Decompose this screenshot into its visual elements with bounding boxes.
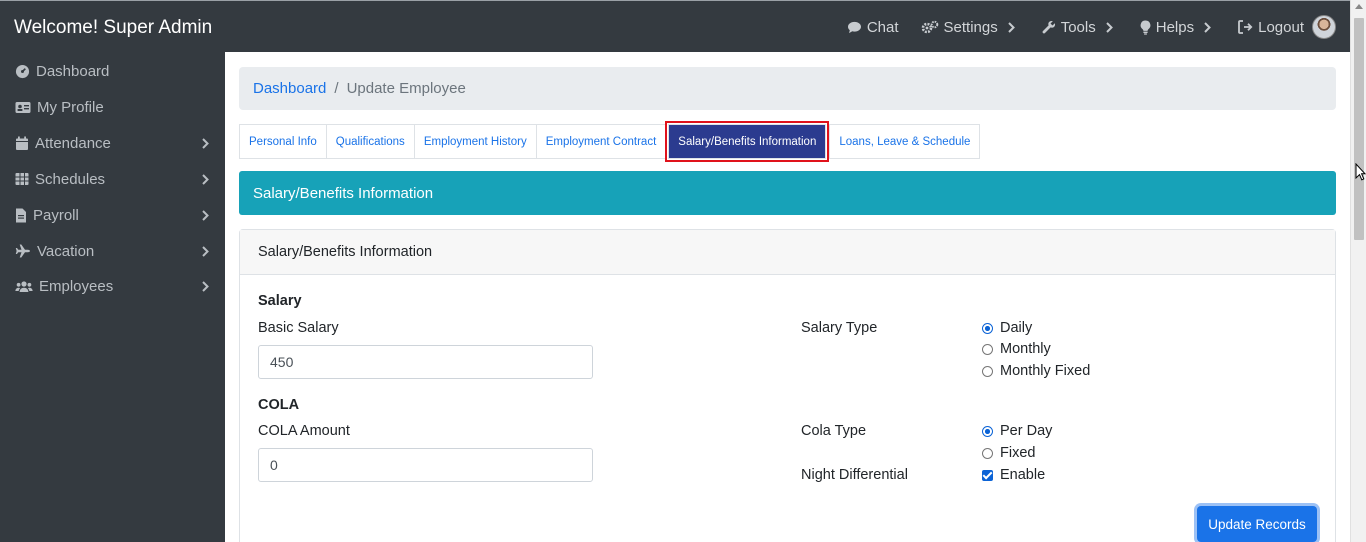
radio-unselected-icon [982,447,993,459]
chat-icon [847,21,861,33]
page-scrollbar[interactable] [1350,0,1366,542]
nav-tools[interactable]: Tools [1042,19,1118,36]
nav-tools-label: Tools [1060,18,1096,36]
card-header: Salary/Benefits Information [240,230,1335,275]
nav-logout[interactable]: Logout [1238,19,1304,36]
salary-type-label: Salary Type [801,320,878,336]
nav-helps[interactable]: Helps [1140,19,1216,36]
scrollbar-thumb[interactable] [1354,18,1364,240]
sidebar-item-label: Dashboard [36,62,110,80]
sidebar-item-label: Vacation [37,242,95,260]
nav-logout-label: Logout [1258,18,1304,36]
sidebar-item-dashboard[interactable]: Dashboard [0,53,225,89]
breadcrumb-current: Update Employee [346,80,466,97]
chevron-right-icon [1204,21,1212,33]
salary-type-monthly-fixed-radio[interactable]: Monthly Fixed [982,363,1090,379]
sidebar-item-label: Attendance [35,134,111,152]
plane-icon [15,244,30,258]
sidebar-item-label: Payroll [33,206,79,224]
checkbox-label: Enable [1000,467,1046,483]
id-card-icon [15,101,31,113]
update-records-button[interactable]: Update Records [1197,506,1317,542]
chevron-right-icon [202,246,209,257]
mouse-cursor-icon [1355,163,1366,181]
chevron-right-icon [202,281,209,292]
lightbulb-icon [1140,19,1151,35]
sidebar-item-label: Schedules [35,170,106,188]
radio-unselected-icon [982,365,993,377]
radio-selected-icon [982,425,993,437]
file-icon [16,208,26,222]
sidebar: Dashboard My Profile Attendance Schedule… [0,52,225,542]
tab-employment-contract[interactable]: Employment Contract [535,124,667,159]
chevron-right-icon [202,174,209,185]
nav-settings[interactable]: Settings [921,19,1020,36]
radio-selected-icon [982,322,993,334]
salary-benefits-card: Salary/Benefits Information [239,229,1336,542]
tab-personal-info[interactable]: Personal Info [239,124,327,159]
top-navbar: Welcome! Super Admin Chat Settings Tools… [0,0,1350,52]
breadcrumb: Dashboard / Update Employee [239,67,1336,110]
cola-type-label: Cola Type [801,423,867,439]
salary-type-daily-radio[interactable]: Daily [982,320,1032,336]
scroll-up-arrow-icon[interactable] [1355,4,1363,9]
cola-amount-input[interactable]: 0 [258,448,593,482]
breadcrumb-separator: / [334,80,339,97]
chevron-right-icon [202,210,209,221]
basic-salary-label: Basic Salary [258,320,339,336]
user-avatar[interactable] [1312,15,1336,39]
table-icon [15,173,29,185]
nav-helps-label: Helps [1155,18,1195,36]
radio-label: Monthly [1000,341,1051,357]
radio-unselected-icon [982,343,993,355]
basic-salary-input[interactable]: 450 [258,345,593,379]
tab-loans-leave-schedule[interactable]: Loans, Leave & Schedule [829,124,981,159]
tab-qualifications[interactable]: Qualifications [325,124,415,159]
radio-label: Daily [1000,320,1033,336]
nav-settings-label: Settings [943,18,998,36]
brand-title: Welcome! Super Admin [14,17,213,38]
sidebar-item-employees[interactable]: Employees [0,268,225,304]
sidebar-item-payroll[interactable]: Payroll [0,197,225,233]
radio-label: Fixed [1000,445,1036,461]
salary-type-monthly-radio[interactable]: Monthly [982,341,1051,357]
nav-chat[interactable]: Chat [847,19,899,36]
breadcrumb-dashboard-link[interactable]: Dashboard [253,80,326,97]
tab-employment-history[interactable]: Employment History [413,124,537,159]
checkbox-checked-icon [982,469,993,481]
cola-amount-label: COLA Amount [258,423,350,439]
night-differential-label: Night Differential [801,467,908,483]
logout-icon [1238,20,1253,34]
chevron-right-icon [202,138,209,149]
sidebar-item-attendance[interactable]: Attendance [0,125,225,161]
sidebar-item-schedules[interactable]: Schedules [0,161,225,197]
nav-chat-label: Chat [866,18,899,36]
sidebar-item-vacation[interactable]: Vacation [0,233,225,269]
tab-salary-benefits[interactable]: Salary/Benefits Information [665,121,830,162]
sidebar-item-label: My Profile [37,98,104,116]
tab-bar: Personal Info Qualifications Employment … [239,121,981,162]
users-icon [15,280,33,292]
salary-heading: Salary [258,293,302,309]
section-banner: Salary/Benefits Information [239,171,1336,215]
dashboard-icon [15,64,30,78]
chevron-right-icon [1106,21,1113,33]
calendar-icon [16,136,28,150]
cola-type-per-day-radio[interactable]: Per Day [982,423,1052,439]
cola-heading: COLA [258,397,300,413]
radio-label: Per Day [1000,423,1053,439]
top-nav: Chat Settings Tools Helps Logout [825,1,1336,53]
gears-icon [921,20,938,34]
sidebar-item-label: Employees [39,277,114,295]
night-differential-checkbox[interactable]: Enable [982,467,1045,483]
sidebar-item-my-profile[interactable]: My Profile [0,89,225,125]
chevron-right-icon [1008,21,1015,33]
wrench-icon [1042,20,1055,34]
radio-label: Monthly Fixed [1000,363,1091,379]
cola-type-fixed-radio[interactable]: Fixed [982,445,1035,461]
